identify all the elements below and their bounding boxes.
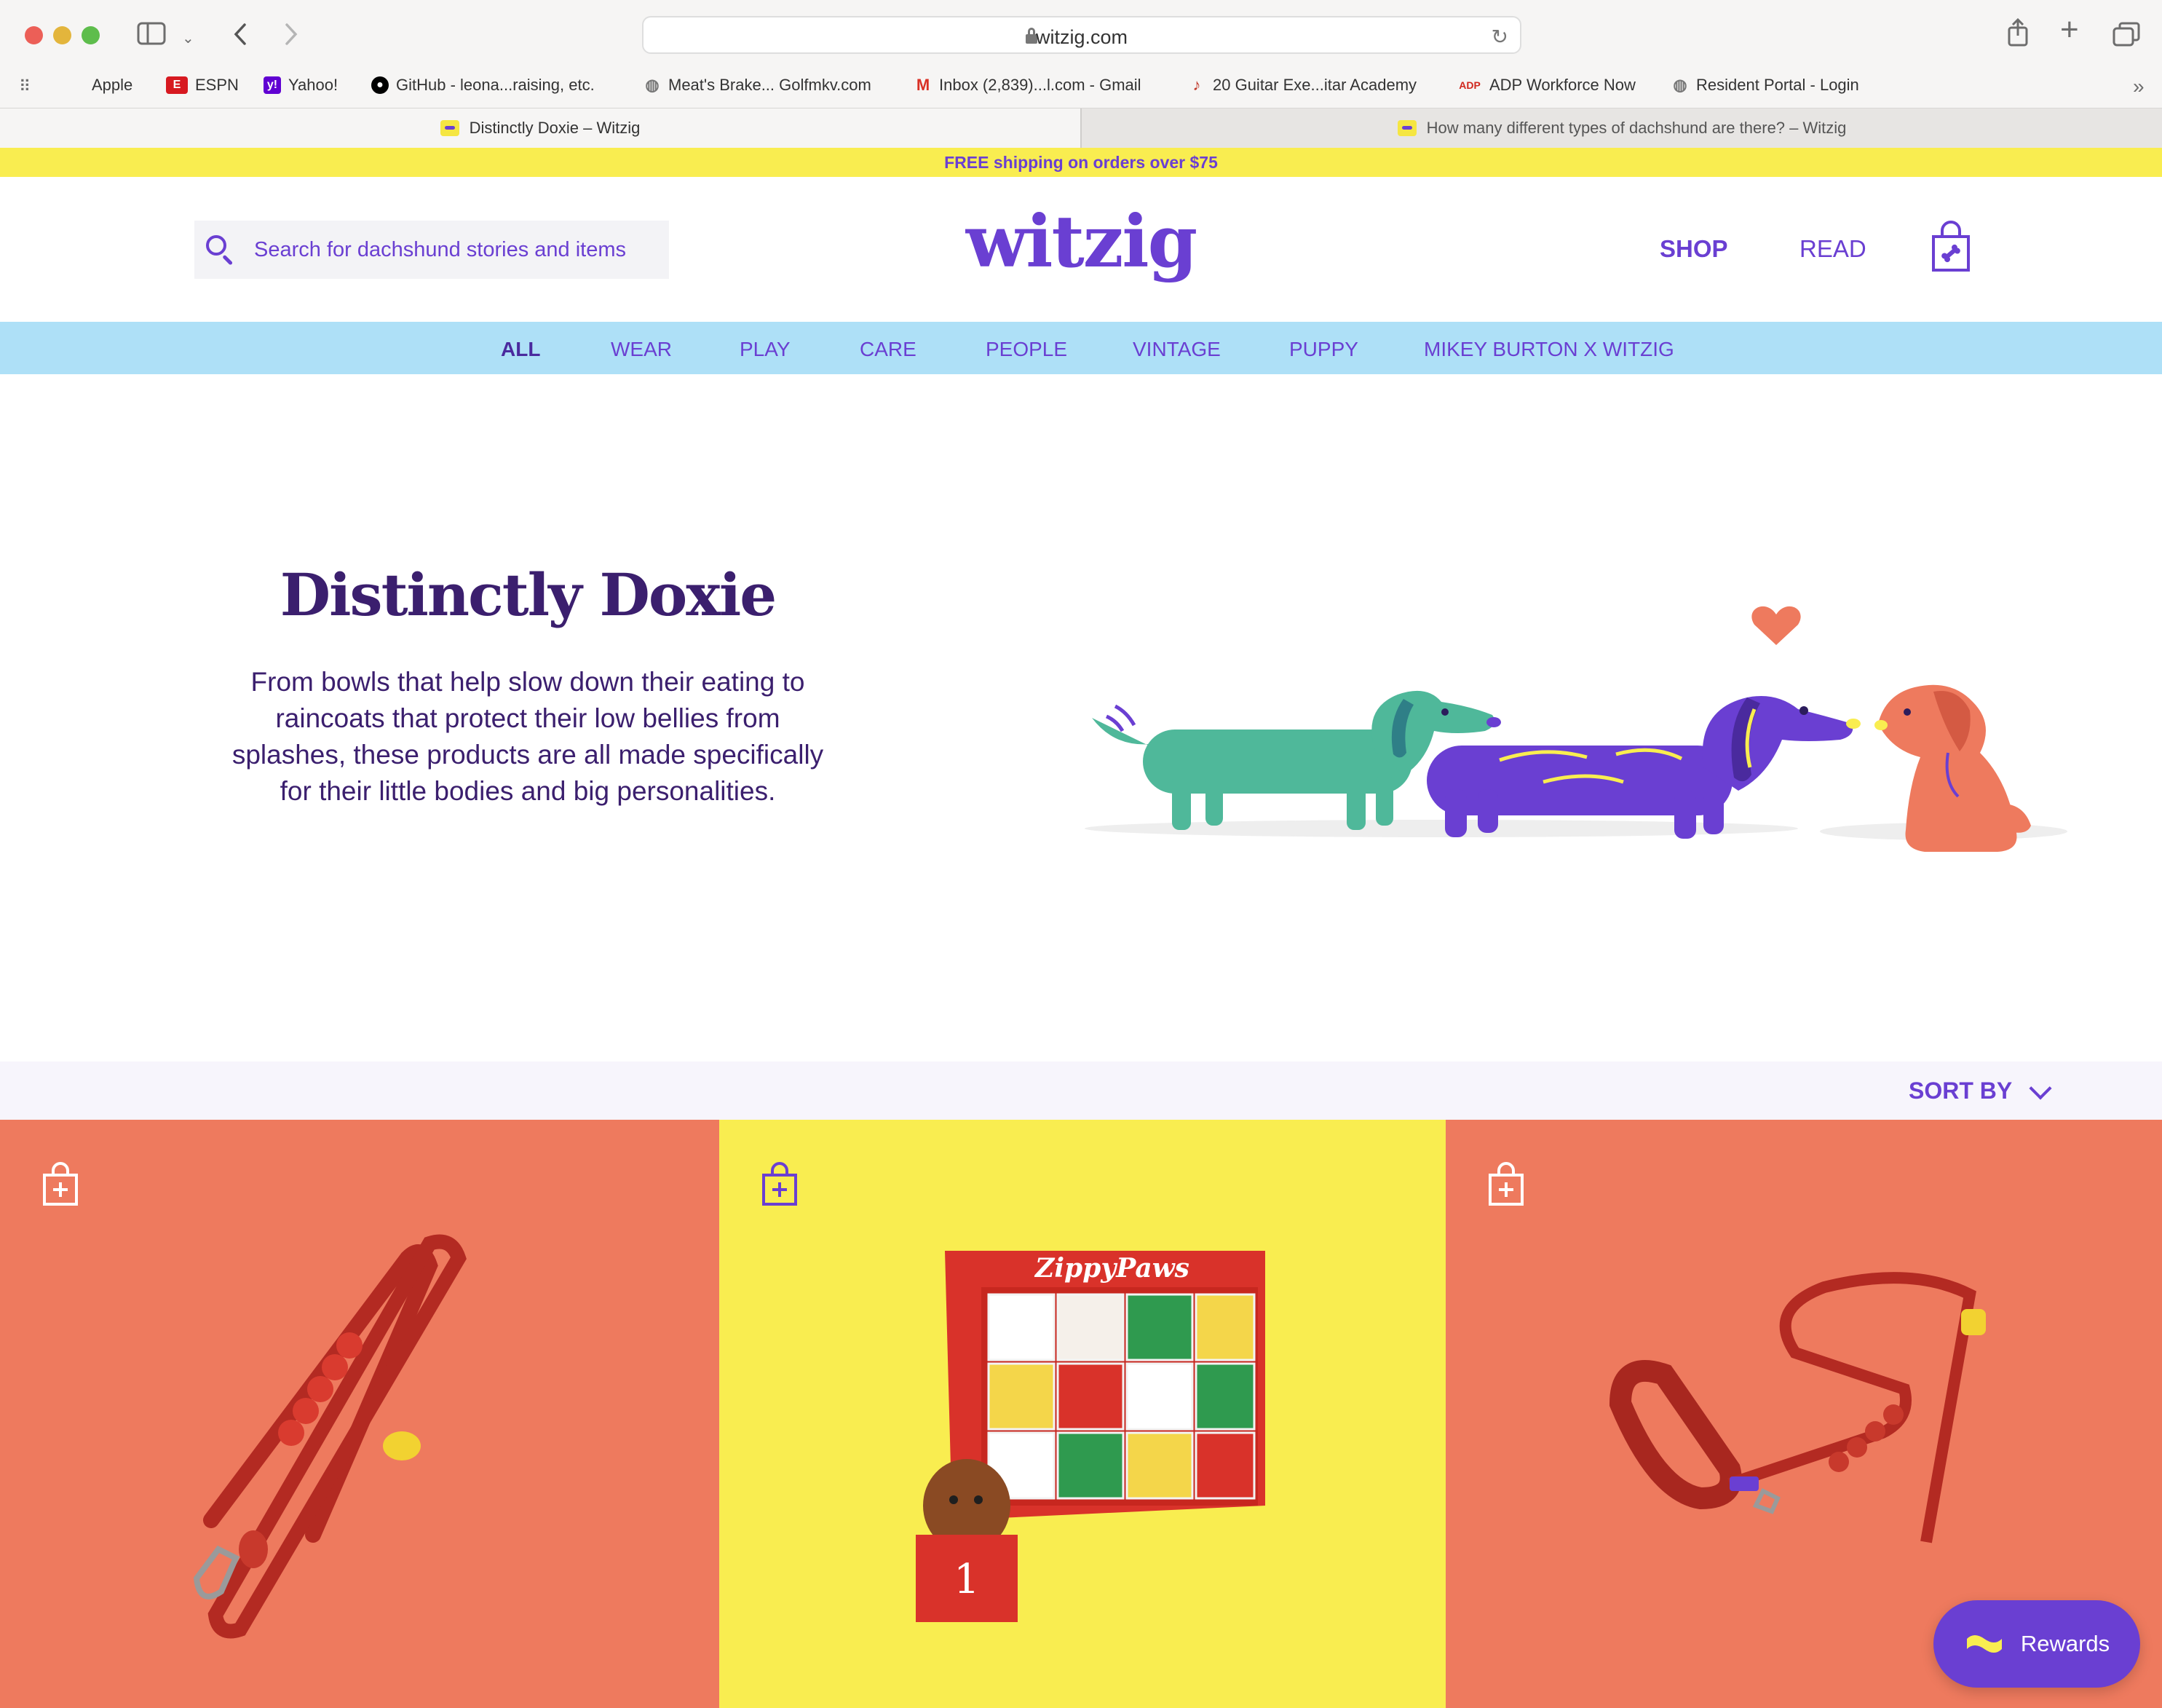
page-title: Distinctly Doxie <box>280 561 777 629</box>
bookmark-label: Yahoo! <box>288 76 338 94</box>
category-people[interactable]: PEOPLE <box>986 338 1067 361</box>
nav-read-link[interactable]: READ <box>1799 235 1866 263</box>
bookmark-label: GitHub - leona...raising, etc. <box>396 76 595 94</box>
bookmark-github[interactable]: ● GitHub - leona...raising, etc. <box>371 76 595 95</box>
site-logo[interactable]: witzig <box>961 206 1201 279</box>
site-header: Search for dachshund stories and items w… <box>0 177 2162 322</box>
chevron-down-icon[interactable]: ⌄ <box>182 26 194 51</box>
bookmarks-bar: ⠿ Apple E ESPN y! Yahoo! ● GitHub - leon… <box>0 64 2162 108</box>
forward-button[interactable] <box>282 22 300 51</box>
svg-text:1: 1 <box>954 1556 980 1603</box>
leash-handle-image <box>1609 1272 1986 1543</box>
sidebar-toggle-icon[interactable] <box>137 22 166 50</box>
advent-calendar-image: ZippyPaws 1 <box>916 1251 1265 1622</box>
tab-label: Distinctly Doxie – Witzig <box>469 119 641 137</box>
bookmark-gmail[interactable]: M Inbox (2,839)...l.com - Gmail <box>914 76 1141 95</box>
bookmark-label: 20 Guitar Exe...itar Academy <box>1213 76 1417 94</box>
product-card-zippypaws-advent-calendar[interactable]: ZippyPaws 1 <box>719 1120 1446 1708</box>
bookmark-yahoo[interactable]: y! Yahoo! <box>264 76 338 95</box>
add-to-cart-icon[interactable] <box>1488 1162 1524 1207</box>
tab-dachshund-types[interactable]: How many different types of dachshund ar… <box>1080 108 2162 148</box>
rewards-button[interactable]: Rewards <box>1933 1600 2140 1688</box>
calendar-brand-text: ZippyPaws <box>1034 1253 1189 1284</box>
minimize-window-button[interactable] <box>53 26 71 44</box>
category-nav: ALL WEAR PLAY CARE PEOPLE VINTAGE PUPPY … <box>0 322 2162 374</box>
tab-label: How many different types of dachshund ar… <box>1426 119 1847 137</box>
reload-icon[interactable]: ↻ <box>1492 25 1508 49</box>
category-all[interactable]: ALL <box>501 338 540 361</box>
zoom-window-button[interactable] <box>82 26 100 44</box>
witzig-favicon-icon <box>440 120 459 136</box>
category-vintage[interactable]: VINTAGE <box>1133 338 1221 361</box>
globe-icon: ◍ <box>1673 76 1687 94</box>
apple-icon <box>67 76 84 94</box>
category-puppy[interactable]: PUPPY <box>1289 338 1358 361</box>
rewards-label: Rewards <box>2020 1631 2110 1656</box>
bookmark-label: Meat's Brake... Golfmkv.com <box>668 76 871 94</box>
address-bar[interactable]: witzig.com ↻ <box>642 16 1521 54</box>
back-button[interactable] <box>231 22 249 51</box>
bookmark-guitar[interactable]: ♪ 20 Guitar Exe...itar Academy <box>1188 76 1417 95</box>
chevron-down-icon[interactable] <box>2029 1077 2052 1100</box>
bookmark-apple[interactable]: Apple <box>67 76 132 95</box>
search-placeholder: Search for dachshund stories and items <box>254 238 626 261</box>
sort-by-button[interactable]: SORT BY <box>1909 1078 2012 1104</box>
hero-description: From bowls that help slow down their eat… <box>231 667 824 806</box>
category-play[interactable]: PLAY <box>740 338 791 361</box>
more-bookmarks-icon[interactable]: » <box>2133 74 2145 99</box>
tab-bar: Distinctly Doxie – Witzig How many diffe… <box>0 108 2162 149</box>
category-wear[interactable]: WEAR <box>611 338 672 361</box>
share-icon[interactable] <box>2006 17 2030 51</box>
promo-banner: FREE shipping on orders over $75 <box>0 148 2162 177</box>
grid-icon[interactable]: ⠿ <box>19 74 31 99</box>
bookmark-label: ESPN <box>195 76 239 94</box>
dachshunds-illustration <box>1063 564 2067 869</box>
category-care[interactable]: CARE <box>860 338 916 361</box>
url-text: witzig.com <box>1035 26 1128 48</box>
bookmark-golfmkv[interactable]: ◍ Meat's Brake... Golfmkv.com <box>644 76 871 95</box>
bookmark-resident-portal[interactable]: ◍ Resident Portal - Login <box>1671 76 1859 95</box>
globe-icon: ◍ <box>645 76 660 94</box>
bookmark-adp[interactable]: ADP ADP Workforce Now <box>1457 76 1636 95</box>
close-window-button[interactable] <box>25 26 43 44</box>
search-icon <box>205 234 237 266</box>
guitar-icon: ♪ <box>1192 76 1201 94</box>
espn-icon: E <box>166 76 188 94</box>
product-card-red-bungee-leash[interactable] <box>0 1120 719 1708</box>
hero-section: Distinctly Doxie From bowls that help sl… <box>0 374 2162 1061</box>
bookmark-espn[interactable]: E ESPN <box>166 76 239 95</box>
bookmark-label: Inbox (2,839)...l.com - Gmail <box>939 76 1141 94</box>
rewards-icon <box>1966 1635 2002 1653</box>
tab-distinctly-doxie[interactable]: Distinctly Doxie – Witzig <box>0 108 1080 148</box>
github-icon: ● <box>371 76 389 94</box>
search-input[interactable]: Search for dachshund stories and items <box>194 221 669 279</box>
gmail-icon: M <box>916 76 930 94</box>
new-tab-icon[interactable]: + <box>2060 14 2079 46</box>
add-to-cart-icon[interactable] <box>761 1162 798 1207</box>
cart-icon[interactable] <box>1931 221 1971 273</box>
browser-toolbar: ⌄ witzig.com ↻ + <box>0 0 2162 64</box>
tab-overview-icon[interactable] <box>2112 22 2140 51</box>
bookmark-label: ADP Workforce Now <box>1489 76 1636 94</box>
add-to-cart-icon[interactable] <box>42 1162 79 1207</box>
nav-shop-link[interactable]: SHOP <box>1660 235 1728 263</box>
bookmark-label: Resident Portal - Login <box>1696 76 1859 94</box>
yahoo-icon: y! <box>264 76 281 94</box>
category-mikey-burton[interactable]: MIKEY BURTON X WITZIG <box>1424 338 1674 361</box>
adp-icon: ADP <box>1459 79 1481 91</box>
leash-image <box>193 1234 467 1639</box>
sort-bar: SORT BY <box>0 1061 2162 1120</box>
witzig-favicon-icon <box>1397 120 1417 136</box>
bookmark-label: Apple <box>92 76 133 94</box>
